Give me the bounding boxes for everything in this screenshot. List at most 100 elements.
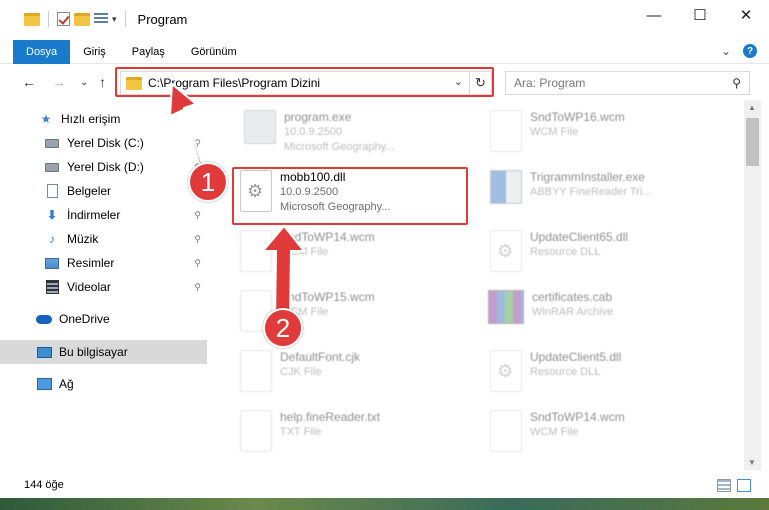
file-name: UpdateClient5.dll [530, 350, 622, 364]
videos-icon [44, 280, 60, 294]
file-item[interactable]: SndToWP16.wcm WCM File [484, 110, 625, 166]
file-icon [490, 110, 522, 152]
sidebar-item-label: Yerel Disk (D:) [67, 160, 144, 174]
file-meta: Resource DLL [530, 366, 601, 378]
network-icon [36, 377, 52, 391]
sidebar-item-label: Belgeler [67, 184, 112, 198]
this-pc-icon [36, 345, 52, 359]
file-item[interactable]: DefaultFont.cjk CJK File [234, 350, 360, 406]
refresh-icon[interactable]: ↻ [469, 72, 491, 94]
file-meta: WinRAR Archive [532, 306, 614, 318]
sidebar-item-downloads[interactable]: ⬇ İndirmeler ⚲ [0, 203, 207, 227]
sidebar-item-music[interactable]: ♪ Müzik ⚲ [0, 227, 207, 251]
sidebar-item-this-pc[interactable]: Bu bilgisayar [0, 340, 207, 364]
pin-icon: ⚲ [194, 233, 201, 244]
details-view-icon[interactable] [717, 479, 731, 492]
file-name: SndToWP16.wcm [530, 110, 625, 124]
file-item[interactable]: UpdateClient65.dll Resource DLL [484, 230, 628, 286]
sidebar-item-documents[interactable]: Belgeler ⚲ [0, 179, 207, 203]
file-item[interactable]: SndToWP15.wcm WCM File [234, 290, 375, 346]
file-meta: WCM File [530, 126, 579, 138]
tab-gorunum[interactable]: Görünüm [178, 40, 250, 64]
window-title: Program [137, 11, 188, 27]
quick-access-toolbar: ▾ [0, 11, 130, 27]
file-name: help.fineReader.txt [280, 410, 381, 424]
download-icon: ⬇ [46, 208, 58, 222]
file-icon [240, 410, 272, 452]
sidebar-item-label: OneDrive [59, 312, 110, 326]
address-bar[interactable]: C:\Program Files\Program Dizini ⌄ ↻ [120, 71, 492, 95]
drive-icon [44, 136, 60, 150]
file-name: SndToWP14.wcm [280, 230, 375, 244]
separator [48, 11, 49, 27]
sidebar-item-local-disk-c[interactable]: Yerel Disk (C:) ⚲ [0, 131, 207, 155]
recent-locations-chevron-icon[interactable]: ⌄ [80, 77, 88, 88]
properties-icon[interactable] [94, 13, 108, 25]
pin-icon: ⚲ [194, 209, 201, 220]
tiles-view-icon[interactable] [737, 479, 751, 492]
properties-check-icon[interactable] [57, 12, 70, 26]
file-item[interactable]: TrigrammInstaller.exe ABBYY FineReader T… [484, 170, 651, 226]
up-arrow-icon[interactable]: ↑ [99, 74, 106, 90]
back-arrow-icon[interactable]: ← [22, 74, 36, 90]
close-button[interactable]: ✕ [723, 0, 769, 30]
sidebar-item-videos[interactable]: Videolar ⚲ [0, 275, 207, 299]
folder-icon [126, 76, 142, 90]
view-buttons [717, 479, 751, 492]
file-name: TrigrammInstaller.exe [530, 170, 645, 184]
search-box[interactable]: Ara: Program ⚲ [505, 71, 750, 95]
file-meta: Microsoft Geography... [284, 141, 395, 153]
file-name: mobb100.dll [280, 170, 346, 184]
scroll-down-arrow-icon[interactable]: ▼ [748, 458, 756, 467]
file-icon [490, 410, 522, 452]
scroll-up-arrow-icon[interactable]: ▲ [748, 103, 756, 112]
dll-gear-icon [490, 350, 522, 392]
folder-icon [24, 12, 40, 26]
sidebar-item-pictures[interactable]: Resimler ⚲ [0, 251, 207, 275]
dll-gear-icon [490, 230, 522, 272]
pin-icon: ⚲ [194, 281, 201, 292]
expand-ribbon-chevron-icon[interactable]: ⌄ [721, 44, 731, 58]
step-2-badge: 2 [263, 308, 303, 348]
tab-paylas[interactable]: Paylaş [119, 40, 178, 64]
sidebar-item-network[interactable]: Ağ [0, 372, 207, 396]
address-dropdown-chevron-icon[interactable]: ⌄ [454, 75, 463, 88]
scrollbar-thumb[interactable] [746, 118, 759, 166]
file-name: SndToWP15.wcm [280, 290, 375, 304]
file-meta: 10.0.9.2500 [284, 126, 343, 138]
search-icon[interactable]: ⚲ [732, 76, 741, 90]
sidebar-item-onedrive[interactable]: OneDrive [0, 307, 207, 331]
file-item[interactable]: help.fineReader.txt TXT File [234, 410, 380, 466]
file-item[interactable]: certificates.cab WinRAR Archive [484, 290, 613, 346]
pictures-icon [44, 256, 60, 270]
tab-dosya[interactable]: Dosya [13, 39, 71, 64]
customize-toolbar-chevron-icon[interactable]: ▾ [112, 14, 117, 25]
file-meta: Resource DLL [530, 246, 601, 258]
file-name: SndToWP14.wcm [530, 410, 625, 424]
address-path[interactable]: C:\Program Files\Program Dizini [148, 76, 320, 90]
sidebar-item-quick-access[interactable]: ★ Hızlı erişim [0, 107, 207, 131]
file-item[interactable]: UpdateClient5.dll Resource DLL [484, 350, 621, 406]
forward-arrow-icon[interactable]: → [52, 74, 66, 90]
item-count: 144 öğe [24, 479, 64, 491]
tab-giris[interactable]: Giriş [70, 40, 119, 64]
help-icon[interactable]: ? [743, 44, 757, 58]
maximize-button[interactable]: ☐ [677, 0, 723, 30]
dll-gear-icon [240, 170, 272, 212]
file-meta: ABBYY FineReader Tri... [530, 186, 652, 198]
sidebar-item-label: Müzik [67, 232, 99, 246]
sidebar-item-local-disk-d[interactable]: Yerel Disk (D:) ⚲ [0, 155, 207, 179]
new-folder-icon[interactable] [74, 12, 90, 26]
minimize-button[interactable]: — [631, 0, 677, 30]
documents-icon [44, 184, 60, 198]
vertical-scrollbar[interactable]: ▲ ▼ [744, 100, 761, 470]
music-icon: ♪ [49, 232, 55, 246]
file-item[interactable]: program.exe 10.0.9.2500 Microsoft Geogra… [238, 110, 394, 166]
pin-icon: ⚲ [194, 257, 201, 268]
file-name: certificates.cab [532, 290, 613, 304]
file-item-mobb100-dll[interactable]: mobb100.dll 10.0.9.2500 Microsoft Geogra… [234, 170, 390, 226]
file-item[interactable]: SndToWP14.wcm WCM File [234, 230, 375, 286]
search-input[interactable]: Ara: Program [514, 76, 585, 90]
file-meta: Microsoft Geography... [280, 201, 391, 213]
file-item[interactable]: SndToWP14.wcm WCM File [484, 410, 625, 466]
